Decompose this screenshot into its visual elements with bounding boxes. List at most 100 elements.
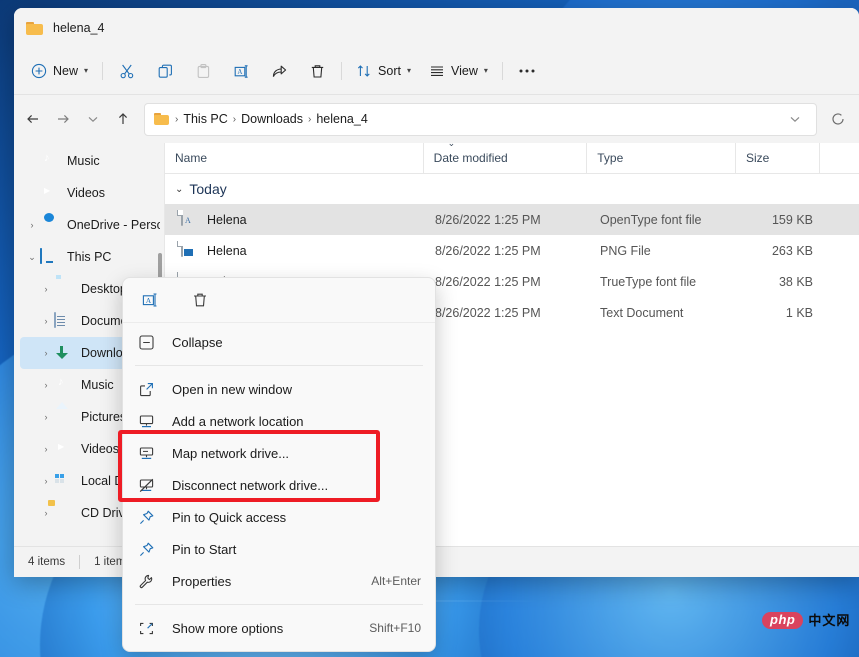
context-item-label: Disconnect network drive... — [172, 478, 328, 493]
context-item-label: Collapse — [172, 335, 223, 350]
expander-icon[interactable]: › — [38, 284, 54, 294]
folder-icon — [154, 113, 170, 126]
file-date: 8/26/2022 1:25 PM — [425, 213, 590, 227]
copy-button[interactable] — [146, 55, 184, 87]
status-selected-count: 1 item — [94, 556, 125, 568]
expander-icon[interactable]: › — [38, 476, 54, 486]
expander-icon[interactable]: › — [38, 380, 54, 390]
expander-icon[interactable]: › — [24, 220, 40, 230]
cd-drive-icon — [54, 505, 73, 521]
file-date: 8/26/2022 1:25 PM — [425, 306, 590, 320]
group-header-label: Today — [189, 181, 226, 197]
open-new-window-icon — [138, 380, 158, 398]
share-button[interactable] — [260, 55, 298, 87]
column-header-name[interactable]: Name — [165, 143, 423, 173]
context-item-accelerator: Shift+F10 — [369, 621, 421, 635]
breadcrumb-downloads[interactable]: Downloads — [238, 112, 306, 126]
address-dropdown-button[interactable] — [780, 104, 810, 134]
ellipsis-icon — [518, 68, 536, 74]
pin-icon — [138, 540, 158, 558]
tab-title[interactable]: helena_4 — [53, 21, 104, 35]
context-item-add-network-location[interactable]: Add a network location — [123, 405, 435, 437]
context-item-label: Show more options — [172, 621, 283, 636]
expander-icon[interactable]: › — [38, 348, 54, 358]
context-rename-button[interactable]: A — [133, 284, 167, 316]
context-item-disconnect-network-drive[interactable]: Disconnect network drive... — [123, 469, 435, 501]
table-row[interactable]: Helena 8/26/2022 1:25 PM OpenType font f… — [165, 204, 859, 235]
file-name: Helena — [207, 213, 247, 227]
download-icon — [54, 345, 73, 361]
column-header-label: Type — [597, 151, 623, 165]
expander-icon[interactable]: › — [38, 316, 54, 326]
context-item-collapse[interactable]: Collapse — [123, 326, 435, 358]
breadcrumb-separator: › — [231, 114, 238, 125]
sort-button[interactable]: Sort ▾ — [347, 55, 420, 87]
refresh-button[interactable] — [823, 104, 853, 134]
map-network-drive-icon — [138, 444, 158, 462]
scissors-icon — [119, 63, 136, 80]
sidebar-item-onedrive[interactable]: › OneDrive - Perso — [20, 209, 160, 241]
context-group-network: Open in new window Add a network locatio… — [123, 370, 435, 600]
context-item-open-in-new-window[interactable]: Open in new window — [123, 373, 435, 405]
view-button-label: View — [451, 64, 478, 78]
delete-icon — [191, 291, 209, 309]
address-bar[interactable]: › This PC › Downloads › helena_4 — [144, 103, 817, 136]
paste-button[interactable] — [184, 55, 222, 87]
rename-button[interactable]: A — [222, 55, 260, 87]
table-row[interactable]: Helena 8/26/2022 1:25 PM PNG File 263 KB — [165, 235, 859, 266]
sidebar-item-label: Pictures — [81, 410, 126, 424]
svg-text:A: A — [237, 68, 242, 76]
expander-icon[interactable]: › — [38, 444, 54, 454]
context-item-properties[interactable]: Properties Alt+Enter — [123, 565, 435, 597]
view-button[interactable]: View ▾ — [420, 55, 497, 87]
context-item-show-more-options[interactable]: Show more options Shift+F10 — [123, 612, 435, 644]
chevron-down-icon: ▾ — [484, 67, 488, 75]
sidebar-item-this-pc[interactable]: ⌄ This PC — [20, 241, 160, 273]
divider — [102, 62, 103, 80]
forward-button[interactable] — [48, 104, 78, 134]
sidebar-item-music[interactable]: Music — [20, 145, 160, 177]
arrow-up-icon — [115, 111, 131, 127]
sidebar-item-label: Music — [81, 378, 114, 392]
file-name-cell: Helena — [165, 211, 425, 229]
context-delete-button[interactable] — [183, 284, 217, 316]
video-icon — [54, 441, 73, 457]
breadcrumb-this-pc[interactable]: This PC — [180, 112, 230, 126]
chevron-down-icon[interactable]: ⌄ — [175, 184, 183, 195]
sort-arrows-icon — [356, 63, 372, 79]
context-item-map-network-drive[interactable]: Map network drive... — [123, 437, 435, 469]
expander-icon[interactable]: › — [38, 412, 54, 422]
column-header-size[interactable]: Size — [735, 143, 819, 173]
cut-button[interactable] — [108, 55, 146, 87]
divider — [79, 555, 80, 569]
column-header-date-modified[interactable]: ⌄ Date modified — [423, 143, 587, 173]
sidebar-item-videos[interactable]: Videos — [20, 177, 160, 209]
desktop-icon — [54, 281, 73, 297]
context-item-label: Properties — [172, 574, 231, 589]
see-more-button[interactable] — [508, 55, 546, 87]
expander-icon[interactable]: ⌄ — [24, 252, 40, 263]
context-item-pin-to-start[interactable]: Pin to Start — [123, 533, 435, 565]
recent-locations-button[interactable] — [78, 104, 108, 134]
file-date: 8/26/2022 1:25 PM — [425, 244, 590, 258]
column-header-type[interactable]: Type — [586, 143, 735, 173]
context-item-label: Map network drive... — [172, 446, 289, 461]
expander-icon[interactable]: › — [38, 508, 54, 518]
breadcrumb-helena-4[interactable]: helena_4 — [313, 112, 370, 126]
delete-button[interactable] — [298, 55, 336, 87]
file-size: 1 KB — [740, 306, 825, 320]
pc-icon — [40, 249, 59, 265]
context-item-pin-to-quick-access[interactable]: Pin to Quick access — [123, 501, 435, 533]
group-header-today[interactable]: ⌄ Today — [165, 174, 859, 204]
column-header-label: Name — [175, 151, 207, 165]
divider — [135, 604, 423, 605]
context-item-accelerator: Alt+Enter — [371, 574, 421, 588]
up-button[interactable] — [108, 104, 138, 134]
png-file-icon — [181, 242, 197, 260]
cloud-icon — [40, 217, 59, 233]
share-icon — [271, 63, 288, 80]
new-button[interactable]: New ▾ — [22, 55, 97, 87]
back-button[interactable] — [18, 104, 48, 134]
breadcrumb-separator: › — [306, 114, 313, 125]
divider — [135, 365, 423, 366]
